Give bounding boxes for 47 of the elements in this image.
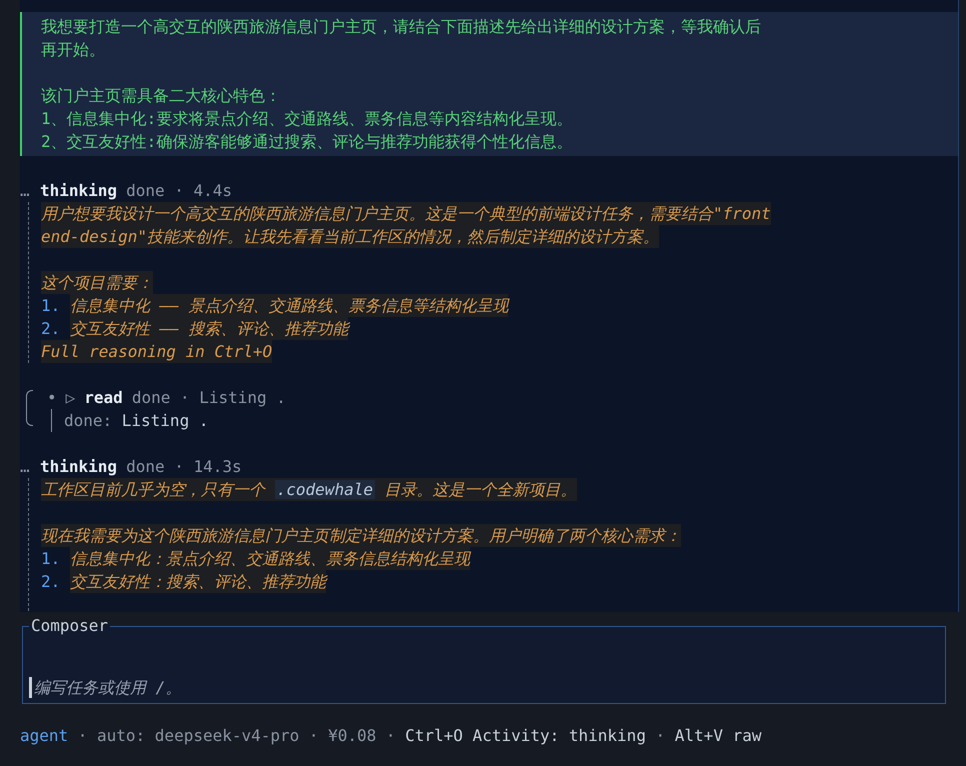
- reasoning-text: 目录。这是一个全新项目。: [374, 478, 577, 501]
- list-number: 1.: [41, 548, 60, 570]
- reasoning-text: end-design"技能来创作。让我先看看当前工作区的情况，然后制定详细的设计方案。: [41, 225, 659, 248]
- result-text: Listing .: [122, 411, 208, 430]
- separator: ·: [656, 725, 666, 747]
- bullet-icon: •: [47, 386, 57, 409]
- block-status: done · 14.3s: [126, 456, 242, 478]
- reasoning-text: 交互友好性：搜索、评论、推荐功能: [70, 570, 326, 593]
- inline-code: .codewhale: [274, 480, 375, 499]
- block-status: done · Listing .: [132, 387, 286, 409]
- block-title: thinking: [40, 180, 118, 202]
- message-line: 2、交互友好性:确保游客能够通过搜索、评论与推荐功能获得个性化信息。: [41, 131, 574, 153]
- composer-field[interactable]: Composer 编写任务或使用 /。: [22, 616, 946, 704]
- status-item: Ctrl+O Activity: thinking: [405, 725, 646, 747]
- message-line: 我想要打造一个高交互的陕西旅游信息门户主页，请结合下面描述先给出详细的设计方案，等我确认后: [41, 16, 762, 38]
- reasoning-text: 这个项目需要：: [41, 271, 153, 294]
- status-item: auto: deepseek-v4-pro: [97, 725, 300, 747]
- reasoning-text: Full reasoning in Ctrl+O: [41, 340, 272, 363]
- list-number: 2.: [41, 318, 60, 340]
- reasoning-text: 信息集中化 —— 景点介绍、交通路线、票务信息等结构化呈现: [70, 294, 508, 317]
- collapse-marker[interactable]: …: [20, 179, 40, 202]
- composer-label: Composer: [30, 616, 110, 636]
- separator: ·: [386, 725, 396, 747]
- separator: ·: [308, 725, 319, 747]
- result-label: done:: [64, 411, 112, 430]
- reasoning-text: 现在我需要为这个陕西旅游信息门户主页制定详细的设计方案。用户明确了两个核心需求：: [41, 524, 681, 547]
- message-line: 1、信息集中化:要求将景点介绍、交通路线、票务信息等内容结构化呈现。: [41, 108, 574, 130]
- separator: ·: [78, 725, 88, 747]
- bracket-icon: [26, 390, 33, 426]
- status-item: agent: [20, 725, 68, 747]
- status-item: ¥0.08: [328, 725, 376, 747]
- message-line: 该门户主页需具备二大核心特色：: [41, 85, 282, 107]
- block-title: read: [84, 387, 123, 409]
- list-number: 2.: [41, 571, 60, 593]
- status-item: Alt+V raw: [674, 725, 762, 747]
- block-status: done · 4.4s: [126, 180, 232, 202]
- text-cursor: [29, 677, 32, 698]
- collapse-marker[interactable]: …: [20, 455, 40, 478]
- message-line: 再开始。: [41, 39, 106, 61]
- placeholder-text: 编写任务或使用 /。: [34, 677, 182, 699]
- reasoning-text: 工作区目前几乎为空，只有一个: [41, 478, 275, 501]
- expand-icon[interactable]: ▷: [66, 386, 76, 409]
- reasoning-text: 交互友好性 —— 搜索、评论、推荐功能: [70, 317, 348, 340]
- reasoning-text: 信息集中化：景点介绍、交通路线、票务信息结构化呈现: [70, 547, 470, 570]
- list-number: 1.: [41, 295, 60, 317]
- reasoning-text: 用户想要我设计一个高交互的陕西旅游信息门户主页。这是一个典型的前端设计任务，需要结合"front: [41, 202, 771, 225]
- block-title: thinking: [40, 456, 118, 478]
